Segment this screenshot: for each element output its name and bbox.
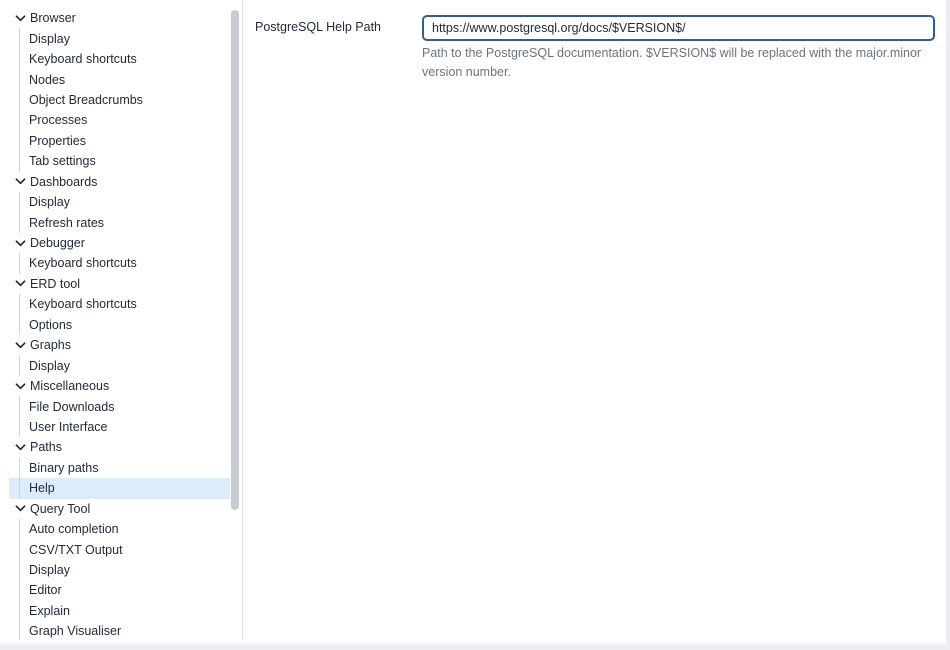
- tree-children: Keyboard shortcuts: [19, 253, 230, 274]
- tree-node-label: Query Tool: [30, 501, 91, 516]
- tree-item-query-tool-graph-visualiser[interactable]: Graph Visualiser: [9, 621, 230, 641]
- tree-item-browser-display[interactable]: Display: [9, 28, 230, 48]
- tree-group-erd-tool: ERD tool Keyboard shortcuts Options: [9, 274, 230, 335]
- tree-group-paths: Paths Binary paths Help: [9, 437, 230, 499]
- tree-item-paths-help[interactable]: Help: [9, 478, 230, 499]
- tree-item-graphs-display[interactable]: Display: [9, 355, 230, 375]
- chevron-down-icon[interactable]: [10, 233, 30, 253]
- tree-item-debugger-keyboard-shortcuts[interactable]: Keyboard shortcuts: [9, 253, 230, 273]
- tree-node-query-tool[interactable]: Query Tool: [9, 499, 230, 519]
- chevron-down-icon[interactable]: [10, 335, 30, 355]
- tree-node-debugger[interactable]: Debugger: [9, 233, 230, 253]
- chevron-down-icon[interactable]: [10, 172, 30, 192]
- chevron-down-icon[interactable]: [10, 274, 30, 294]
- tree-node-label: Paths: [30, 440, 62, 455]
- tree-item-browser-keyboard-shortcuts[interactable]: Keyboard shortcuts: [9, 49, 230, 69]
- tree-children: File Downloads User Interface: [19, 396, 230, 438]
- tree-item-browser-nodes[interactable]: Nodes: [9, 69, 230, 89]
- chevron-down-icon[interactable]: [10, 376, 30, 396]
- tree-group-dashboards: Dashboards Display Refresh rates: [9, 172, 230, 233]
- chevron-down-icon[interactable]: [10, 437, 30, 457]
- preferences-dialog: Browser Display Keyboard shortcuts Nodes Obj…: [0, 0, 946, 646]
- tree-node-label: Browser: [30, 11, 76, 26]
- tree-children: Display Keyboard shortcuts Nodes Object Bre…: [19, 28, 230, 172]
- tree-node-label: Graphs: [30, 338, 71, 353]
- tree-children: Keyboard shortcuts Options: [19, 294, 230, 335]
- tree-item-paths-binary-paths[interactable]: Binary paths: [9, 458, 230, 478]
- tree-node-label: Miscellaneous: [30, 379, 110, 394]
- tree-item-dashboards-refresh-rates[interactable]: Refresh rates: [9, 212, 230, 232]
- tree-node-label: Dashboards: [30, 174, 98, 189]
- tree-group-browser: Browser Display Keyboard shortcuts Nodes Obj…: [9, 8, 230, 172]
- tree-item-dashboards-display[interactable]: Display: [9, 192, 230, 212]
- tree-children: Binary paths Help: [9, 457, 230, 499]
- tree-node-label: ERD tool: [30, 276, 81, 291]
- tree-group-query-tool: Query Tool Auto completion CSV/TXT Output D…: [9, 499, 230, 642]
- tree-item-erd-tool-options[interactable]: Options: [9, 315, 230, 335]
- tree-item-erd-tool-keyboard-shortcuts[interactable]: Keyboard shortcuts: [9, 294, 230, 314]
- tree-item-query-tool-auto-completion[interactable]: Auto completion: [9, 519, 230, 539]
- tree-group-debugger: Debugger Keyboard shortcuts: [9, 233, 230, 274]
- tree-item-browser-properties[interactable]: Properties: [9, 131, 230, 151]
- tree-node-erd-tool[interactable]: ERD tool: [9, 274, 230, 294]
- tree-item-query-tool-explain[interactable]: Explain: [9, 601, 230, 621]
- tree-children: Display: [19, 355, 230, 376]
- tree-item-miscellaneous-file-downloads[interactable]: File Downloads: [9, 396, 230, 416]
- tree-group-graphs: Graphs Display: [9, 335, 230, 376]
- tree-children: Display Refresh rates: [19, 191, 230, 233]
- preferences-tree: Browser Display Keyboard shortcuts Nodes Obj…: [9, 8, 230, 642]
- tree-node-miscellaneous[interactable]: Miscellaneous: [9, 376, 230, 396]
- tree-item-browser-tab-settings[interactable]: Tab settings: [9, 151, 230, 171]
- preferences-tree-panel: Browser Display Keyboard shortcuts Nodes Obj…: [0, 0, 243, 646]
- help-path-label: PostgreSQL Help Path: [255, 20, 381, 34]
- help-path-description: Path to the PostgreSQL documentation. $V…: [422, 46, 922, 79]
- tree-item-browser-processes[interactable]: Processes: [9, 110, 230, 130]
- help-path-input[interactable]: [422, 15, 935, 41]
- preferences-content-panel: PostgreSQL Help Path Path to the Postgre…: [244, 0, 946, 646]
- tree-node-label: Debugger: [30, 236, 85, 251]
- tree-node-dashboards[interactable]: Dashboards: [9, 172, 230, 192]
- tree-node-graphs[interactable]: Graphs: [9, 335, 230, 355]
- tree-scrollbar[interactable]: [231, 10, 239, 510]
- tree-item-browser-object-breadcrumbs[interactable]: Object Breadcrumbs: [9, 90, 230, 110]
- tree-item-miscellaneous-user-interface[interactable]: User Interface: [9, 417, 230, 437]
- tree-item-query-tool-display[interactable]: Display: [9, 560, 230, 580]
- tree-children: Auto completion CSV/TXT Output Display Edit…: [19, 518, 230, 642]
- bottom-edge: [0, 640, 946, 646]
- tree-item-query-tool-csv-txt-output[interactable]: CSV/TXT Output: [9, 539, 230, 559]
- tree-node-browser[interactable]: Browser: [9, 8, 230, 28]
- chevron-down-icon[interactable]: [10, 499, 30, 519]
- tree-group-miscellaneous: Miscellaneous File Downloads User Interfac…: [9, 376, 230, 438]
- chevron-down-icon[interactable]: [10, 8, 30, 28]
- tree-node-paths[interactable]: Paths: [9, 437, 230, 457]
- tree-item-query-tool-editor[interactable]: Editor: [9, 580, 230, 600]
